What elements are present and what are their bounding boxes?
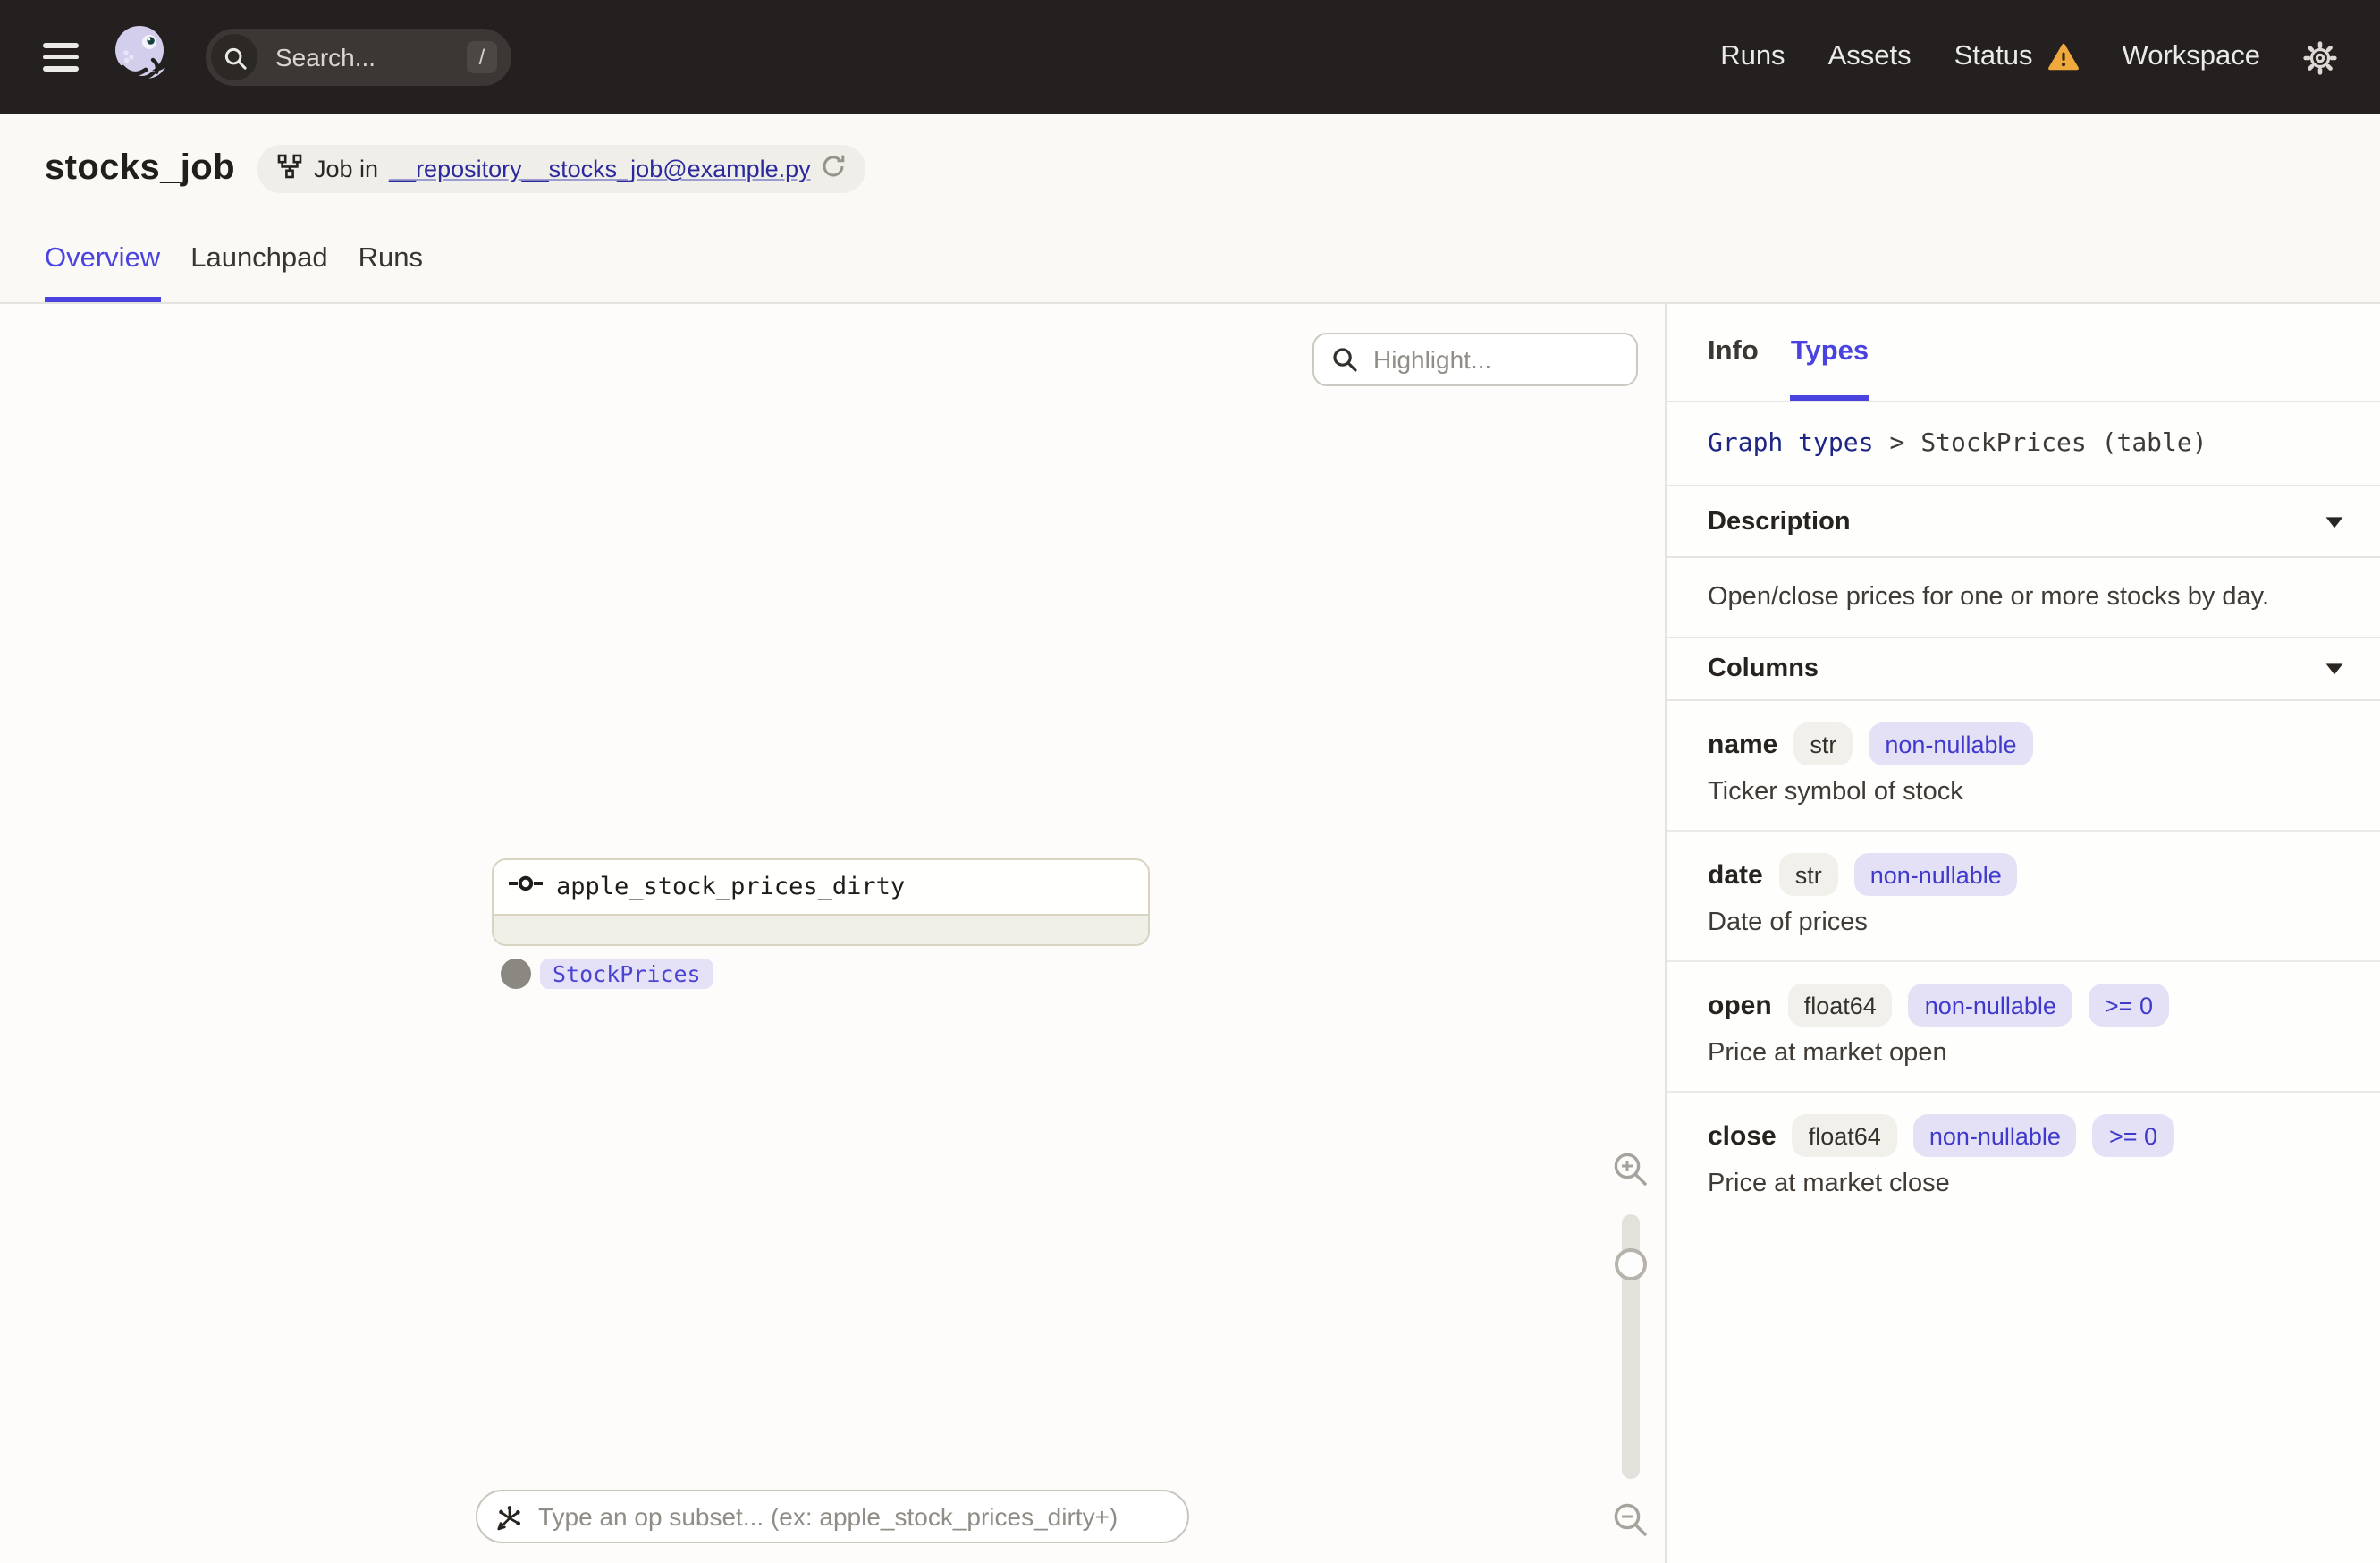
- zoom-slider-thumb[interactable]: [1614, 1248, 1646, 1280]
- columns-section-header[interactable]: Columns: [1667, 638, 2380, 701]
- chevron-down-icon: [2325, 505, 2344, 537]
- page-header: stocks_job Job in __repository__stocks_j…: [0, 114, 2380, 304]
- search-input[interactable]: [272, 41, 449, 73]
- column-constraint-badge: non-nullable: [1908, 984, 2072, 1027]
- output-port-dot[interactable]: [501, 959, 531, 989]
- column-type-badge: float64: [1787, 984, 1893, 1027]
- nav-link-runs[interactable]: Runs: [1720, 41, 1785, 73]
- column-constraint-badge: non-nullable: [1869, 722, 2033, 765]
- panel-tab-info[interactable]: Info: [1708, 304, 1759, 401]
- op-selector-icon: [495, 1503, 522, 1530]
- search-shortcut-key: /: [467, 41, 497, 73]
- breadcrumb-separator: >: [1889, 429, 1905, 458]
- column-description: Price at market close: [1708, 1170, 1950, 1198]
- global-search[interactable]: /: [206, 29, 511, 86]
- column-name: name: [1708, 729, 1778, 759]
- chevron-down-icon: [2325, 653, 2344, 685]
- dagster-app: / Runs Assets Status Workspace: [0, 0, 2380, 1563]
- tab-runs[interactable]: Runs: [359, 243, 423, 302]
- tab-overview[interactable]: Overview: [45, 243, 161, 302]
- zoom-control: [1600, 1145, 1661, 1556]
- column-constraint-badge: >= 0: [2092, 1114, 2173, 1157]
- op-io-icon: [508, 870, 544, 904]
- type-description: Open/close prices for one or more stocks…: [1667, 558, 2380, 638]
- panel-tabs: Info Types: [1667, 304, 2380, 402]
- settings-gear-icon[interactable]: [2303, 40, 2337, 74]
- column-constraint-badge: non-nullable: [1853, 853, 2018, 896]
- column-type-badge: str: [1793, 722, 1853, 765]
- op-node-apple-stock-prices-dirty[interactable]: apple_stock_prices_dirty: [492, 858, 1150, 946]
- column-row-open: open float64 non-nullable >= 0 Price at …: [1667, 962, 2380, 1093]
- column-name: date: [1708, 859, 1763, 890]
- magnifier-icon: [1332, 347, 1357, 372]
- column-row-date: date str non-nullable Date of prices: [1667, 832, 2380, 962]
- zoom-out-icon[interactable]: [1611, 1500, 1650, 1540]
- nav-link-status[interactable]: Status: [1954, 41, 2080, 73]
- job-origin-prefix: Job in: [313, 156, 379, 182]
- description-section-header[interactable]: Description: [1667, 486, 2380, 558]
- type-breadcrumb: Graph types > StockPrices (table): [1667, 402, 2380, 486]
- nav-link-assets[interactable]: Assets: [1828, 41, 1912, 73]
- nav-links: Runs Assets Status Workspace: [1677, 40, 2337, 74]
- column-description: Ticker symbol of stock: [1708, 778, 1963, 807]
- column-name: close: [1708, 1120, 1777, 1151]
- op-node-output-strip: [494, 914, 1148, 944]
- warning-icon: [2047, 43, 2080, 72]
- highlight-input[interactable]: [1370, 343, 1609, 376]
- top-nav: / Runs Assets Status Workspace: [0, 0, 2380, 114]
- breadcrumb-graph-types-link[interactable]: Graph types: [1708, 429, 1873, 458]
- zoom-in-icon[interactable]: [1611, 1150, 1650, 1189]
- job-origin-link[interactable]: __repository__stocks_job@example.py: [389, 156, 811, 182]
- output-type-tag[interactable]: StockPrices: [540, 959, 713, 989]
- description-section-title: Description: [1708, 507, 1851, 536]
- nav-link-workspace[interactable]: Workspace: [2123, 41, 2261, 73]
- page-title: stocks_job: [45, 148, 235, 188]
- column-type-badge: str: [1778, 853, 1838, 896]
- op-node-title: apple_stock_prices_dirty: [556, 873, 906, 901]
- op-subset-input[interactable]: [535, 1500, 1168, 1533]
- job-origin-pill: Job in __repository__stocks_job@example.…: [257, 145, 866, 193]
- column-row-name: name str non-nullable Ticker symbol of s…: [1667, 701, 2380, 832]
- type-info-panel: Info Types Graph types > StockPrices (ta…: [1665, 304, 2380, 1563]
- column-row-close: close float64 non-nullable >= 0 Price at…: [1667, 1093, 2380, 1221]
- column-type-badge: float64: [1792, 1114, 1897, 1157]
- column-constraint-badge: >= 0: [2088, 984, 2169, 1027]
- op-graph-canvas[interactable]: apple_stock_prices_dirty StockPrices: [0, 304, 1665, 1563]
- column-description: Date of prices: [1708, 908, 1868, 937]
- column-description: Price at market open: [1708, 1039, 1947, 1068]
- job-graph-icon: [278, 154, 303, 184]
- op-subset-filter[interactable]: [476, 1490, 1189, 1543]
- tab-launchpad[interactable]: Launchpad: [190, 243, 327, 302]
- panel-tab-types[interactable]: Types: [1790, 304, 1869, 401]
- search-icon: [211, 34, 257, 80]
- column-constraint-badge: non-nullable: [1912, 1114, 2077, 1157]
- hamburger-menu-icon[interactable]: [43, 43, 79, 72]
- columns-section-title: Columns: [1708, 655, 1819, 683]
- dagster-logo[interactable]: [109, 21, 173, 94]
- highlight-search[interactable]: [1312, 333, 1638, 386]
- reload-icon[interactable]: [822, 154, 847, 184]
- breadcrumb-current: StockPrices (table): [1920, 429, 2207, 458]
- column-name: open: [1708, 990, 1772, 1020]
- job-tabs: Overview Launchpad Runs: [45, 243, 423, 302]
